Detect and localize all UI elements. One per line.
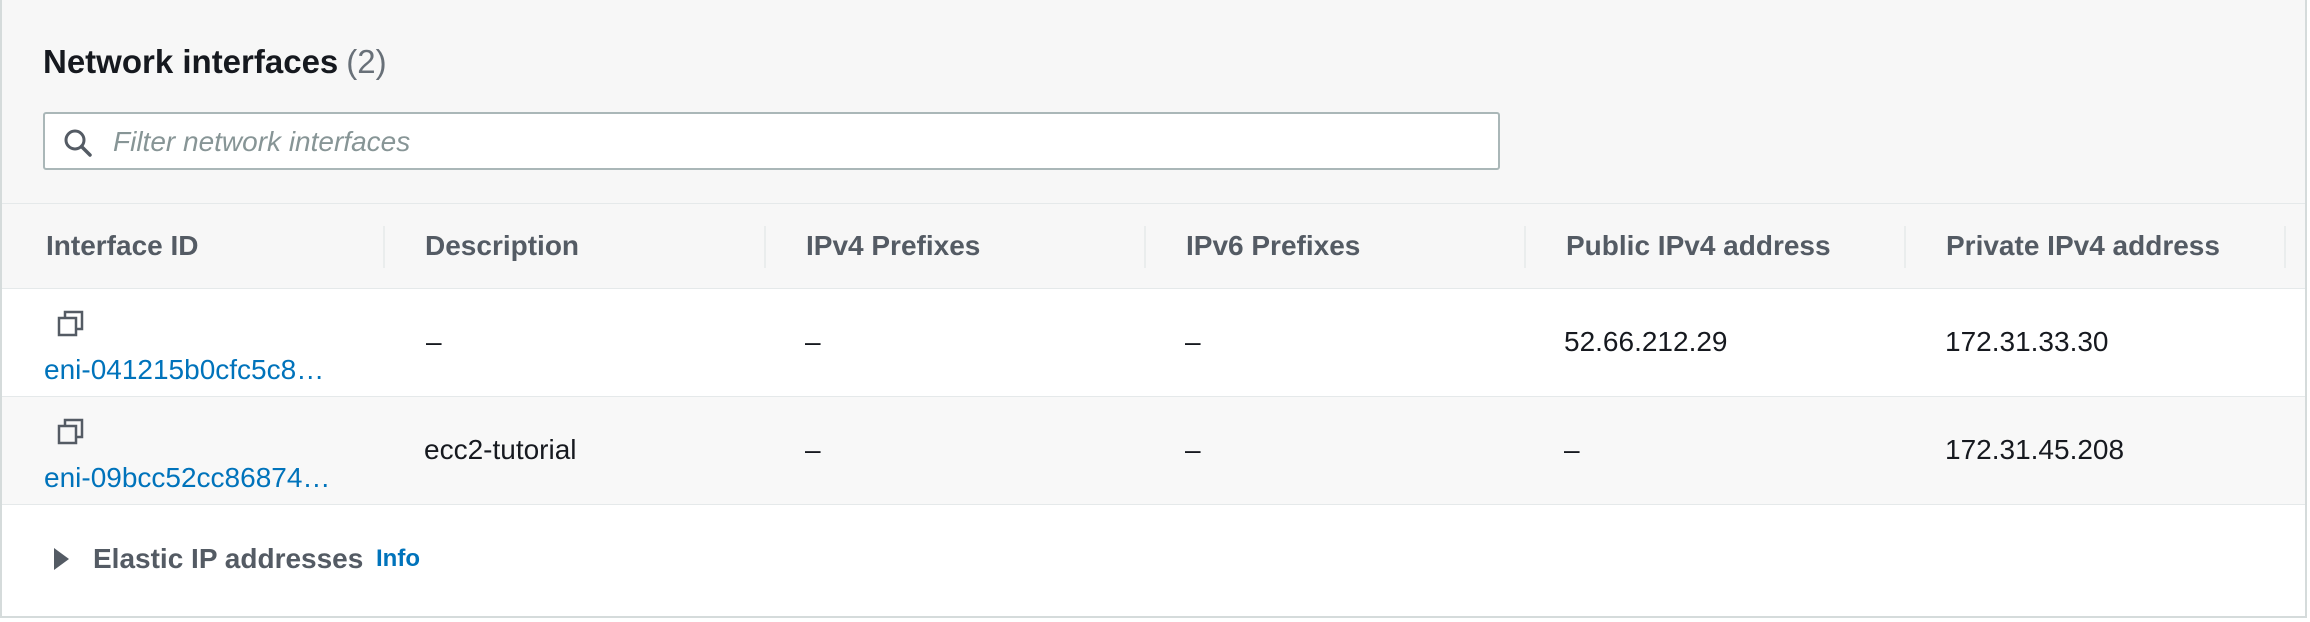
panel-title-text: Network interfaces <box>43 43 339 80</box>
column-header-public-ipv4[interactable]: Public IPv4 address <box>1566 204 1831 288</box>
column-divider[interactable] <box>764 226 766 268</box>
public-ipv4-cell: – <box>1564 434 1580 465</box>
column-header-description[interactable]: Description <box>425 204 579 288</box>
description-cell: – <box>426 326 442 357</box>
table-header: Interface ID Description IPv4 Prefixes I… <box>2 204 2305 289</box>
interface-id-link[interactable]: eni-09bcc52cc86874… <box>44 461 336 495</box>
description-cell: ecc2-tutorial <box>424 434 577 465</box>
column-divider[interactable] <box>383 226 385 268</box>
panel-title: Network interfaces (2) <box>43 42 387 82</box>
column-divider[interactable] <box>1144 226 1146 268</box>
copy-icon[interactable] <box>56 417 86 447</box>
private-ipv4-cell: 172.31.45.208 <box>1945 434 2125 465</box>
column-divider[interactable] <box>1524 226 1526 268</box>
filter-input[interactable] <box>111 114 1485 170</box>
ipv6-prefixes-cell: – <box>1185 434 1201 465</box>
caret-right-icon <box>54 548 69 570</box>
copy-icon[interactable] <box>56 309 86 339</box>
column-header-ipv4-prefixes[interactable]: IPv4 Prefixes <box>806 204 980 288</box>
panel-header: Network interfaces (2) <box>2 0 2305 204</box>
elastic-ip-label: Elastic IP addresses <box>93 543 364 574</box>
filter-box[interactable] <box>43 112 1500 170</box>
info-link[interactable]: Info <box>376 545 420 573</box>
ipv4-prefixes-cell: – <box>805 326 821 357</box>
column-header-interface-id[interactable]: Interface ID <box>46 204 199 288</box>
private-ipv4-cell: 172.31.33.30 <box>1945 326 2109 357</box>
panel-count: (2) <box>346 43 387 80</box>
elastic-ip-expand-toggle[interactable]: Elastic IP addresses <box>54 539 363 579</box>
ipv4-prefixes-cell: – <box>805 434 821 465</box>
column-header-private-ipv4[interactable]: Private IPv4 address <box>1946 204 2220 288</box>
table-row: eni-09bcc52cc86874… ecc2-tutorial – – – … <box>2 397 2305 505</box>
search-icon <box>64 129 92 157</box>
network-interfaces-panel: Network interfaces(2) Interface ID Descr… <box>0 0 2307 618</box>
column-divider[interactable] <box>1904 226 1906 268</box>
ipv6-prefixes-cell: – <box>1185 326 1201 357</box>
elastic-ip-section: Elastic IP addresses Info <box>2 505 2305 615</box>
column-divider[interactable] <box>2284 226 2286 268</box>
interface-id-link[interactable]: eni-041215b0cfc5c8… <box>44 353 336 387</box>
column-header-ipv6-prefixes[interactable]: IPv6 Prefixes <box>1186 204 1360 288</box>
public-ipv4-cell: 52.66.212.29 <box>1564 326 1728 357</box>
table-row: eni-041215b0cfc5c8… – – – 52.66.212.29 1… <box>2 289 2305 397</box>
